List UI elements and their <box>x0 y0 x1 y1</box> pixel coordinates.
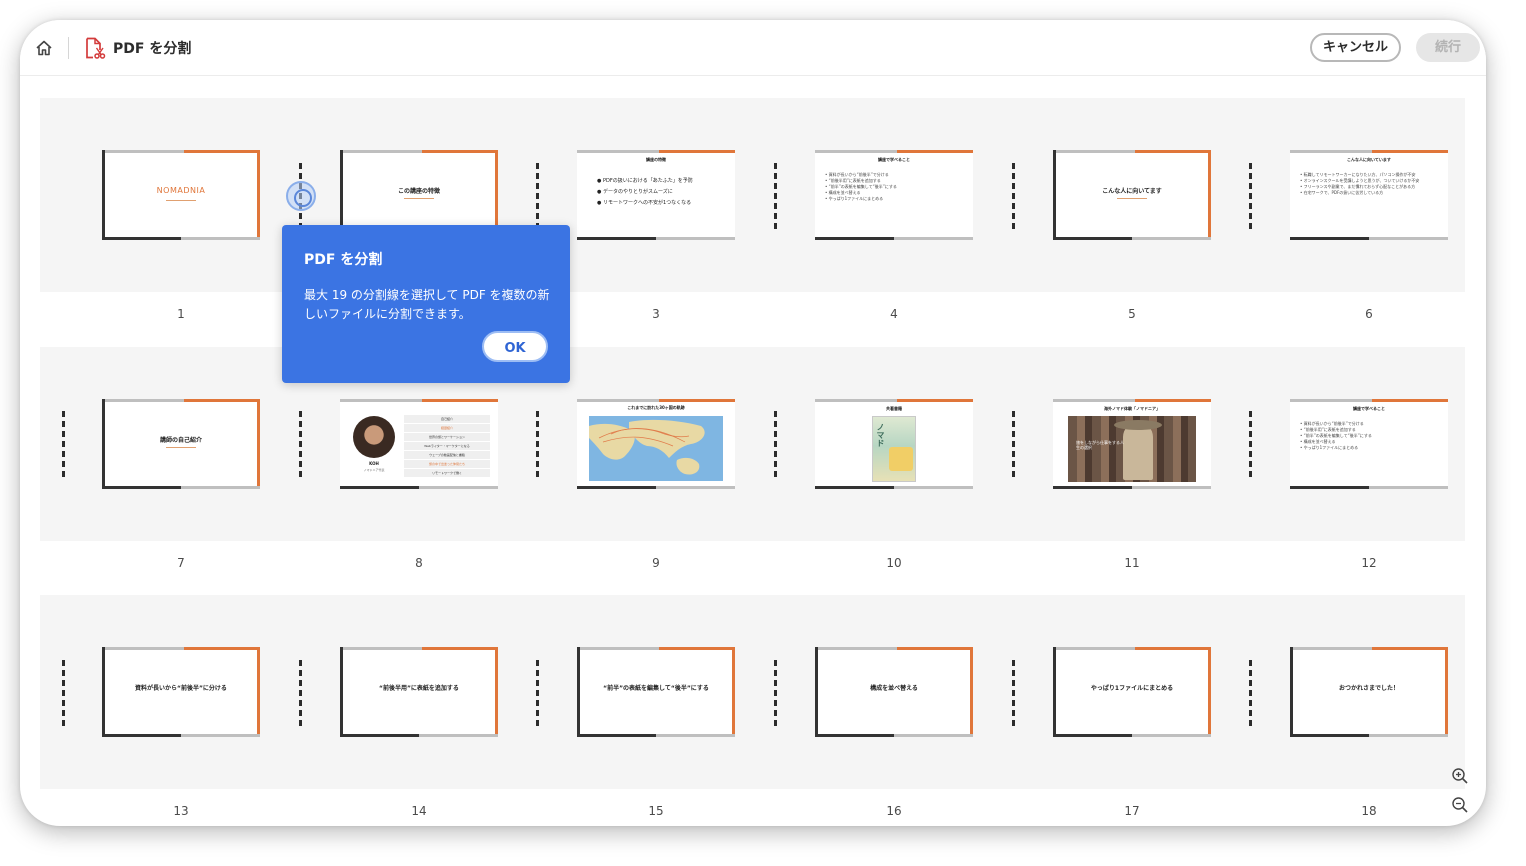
page-number: 17 <box>1124 804 1140 818</box>
slide-header: 講座で学べること <box>1353 406 1385 411</box>
slide-title: こんな人に向いてます <box>1102 188 1162 195</box>
slide-bullet: ● PDFの扱いにおける「あたふた」を予防 <box>597 178 693 184</box>
slide-logo: NOMADNIA <box>156 186 206 195</box>
page-number: 14 <box>411 804 427 818</box>
app-title: PDF を分割 <box>113 41 192 57</box>
page-number: 12 <box>1361 556 1377 570</box>
slide-bullet: ● データのやりとりがスムーズに <box>597 189 673 195</box>
page-thumbnail-16[interactable]: 構成を並べ替える <box>815 647 973 737</box>
slide-title: 講師の自己紹介 <box>159 437 202 444</box>
app-window: PDF を分割 キャンセル 続行 NOMADNIA この講座の特徴 講座の特徴 … <box>20 20 1486 826</box>
slide-header: 講座の特徴 <box>646 157 666 162</box>
slide-title: “前後半用”に表紙を追加する <box>379 685 459 692</box>
speaker-name: KOH <box>369 461 379 466</box>
coachmark-title: PDF を分割 <box>304 252 383 268</box>
page-thumbnail-5[interactable]: こんな人に向いてます <box>1053 150 1211 240</box>
book-cover-image: ノマド <box>872 416 916 482</box>
home-icon[interactable] <box>34 38 54 58</box>
split-line[interactable] <box>299 660 302 726</box>
page-thumbnail-14[interactable]: “前後半用”に表紙を追加する <box>340 647 498 737</box>
split-line[interactable] <box>1012 411 1015 477</box>
page-number: 5 <box>1128 307 1136 321</box>
slide-header: これまでに訪れた30ヶ国の軌跡 <box>627 405 685 410</box>
slide-title: おつかれさまでした！ <box>1338 685 1399 692</box>
page-number: 10 <box>886 556 902 570</box>
continue-button[interactable]: 続行 <box>1416 33 1480 62</box>
page-number: 13 <box>173 804 189 818</box>
page-number: 1 <box>177 307 185 321</box>
slide-title: この講座の特徴 <box>397 188 440 195</box>
page-number: 9 <box>652 556 660 570</box>
slide-title: やっぱり1ファイルにまとめる <box>1090 685 1174 692</box>
split-pdf-icon <box>86 37 106 59</box>
page-thumbnail-6[interactable]: こんな人に向いています • 転職してリモートワーカーになりたい方、パソコン操作が… <box>1290 150 1448 240</box>
page-number: 6 <box>1365 307 1373 321</box>
slide-header: 海外ノマド体験「ノマドニア」 <box>1104 406 1160 411</box>
cancel-button[interactable]: キャンセル <box>1310 33 1401 62</box>
page-number: 7 <box>177 556 185 570</box>
slide-bullet: • 在宅ワークで、PDFの扱いに苦労している方 <box>1300 190 1384 195</box>
page-thumbnail-8[interactable]: KOH ノマドニア代表 自己紹介 経歴紹介 世界の旅とワーケーション Webライ… <box>340 399 498 489</box>
page-number: 18 <box>1361 804 1377 818</box>
slide-bullet: • やっぱり1ファイルにまとめる <box>1300 445 1359 450</box>
split-line[interactable] <box>536 411 539 477</box>
page-thumbnail-3[interactable]: 講座の特徴 ● PDFの扱いにおける「あたふた」を予防 ● データのやりとりがス… <box>577 150 735 240</box>
page-thumbnail-4[interactable]: 講座で学べること • 資料が長いから“前後半”で分ける • “前後半用”に表紙を… <box>815 150 973 240</box>
split-line[interactable] <box>536 163 539 229</box>
split-line[interactable] <box>774 660 777 726</box>
page-thumbnail-1[interactable]: NOMADNIA <box>102 150 260 240</box>
coachmark-body: 最大 19 の分割線を選択して PDF を複数の新しいファイルに分割できます。 <box>304 288 550 321</box>
page-thumbnail-10[interactable]: 共著書籍 ノマド <box>815 399 973 489</box>
avatar <box>353 416 395 458</box>
split-line[interactable] <box>299 411 302 477</box>
slide-header: 共著書籍 <box>886 406 902 411</box>
split-line-focus-indicator[interactable] <box>286 181 316 211</box>
zoom-in-icon[interactable] <box>1451 767 1469 785</box>
page-number: 8 <box>415 556 423 570</box>
slide-bullet: • やっぱり1ファイルにまとめる <box>825 196 884 201</box>
slide-bullet: ● リモートワークへの不安が1つなくなる <box>597 200 692 206</box>
slide-title: “前半”の表紙を編集して“後半”にする <box>603 685 709 692</box>
slide-header: 講座で学べること <box>878 157 910 162</box>
speaker-subtitle: ノマドニア代表 <box>363 468 385 472</box>
split-line[interactable] <box>62 660 65 726</box>
slide-title: 構成を並べ替える <box>870 685 918 692</box>
split-line[interactable] <box>62 411 65 477</box>
community-photo: 旅をしながら仕事をする人生の選択 <box>1068 416 1196 482</box>
page-number: 4 <box>890 307 898 321</box>
zoom-out-icon[interactable] <box>1451 796 1469 814</box>
split-line[interactable] <box>1012 660 1015 726</box>
page-number: 11 <box>1124 556 1140 570</box>
page-number: 3 <box>652 307 660 321</box>
top-bar: PDF を分割 キャンセル 続行 <box>20 20 1486 76</box>
slide-header: こんな人に向いています <box>1347 157 1391 162</box>
page-number: 16 <box>886 804 902 818</box>
split-coachmark: PDF を分割 最大 19 の分割線を選択して PDF を複数の新しいファイルに… <box>282 225 570 383</box>
split-line[interactable] <box>536 660 539 726</box>
toolbar-divider <box>68 37 69 59</box>
page-thumbnail-7[interactable]: 講師の自己紹介 <box>102 399 260 489</box>
page-number: 15 <box>648 804 664 818</box>
split-line[interactable] <box>1249 163 1252 229</box>
split-line[interactable] <box>774 411 777 477</box>
page-thumbnail-11[interactable]: 海外ノマド体験「ノマドニア」 旅をしながら仕事をする人生の選択 <box>1053 399 1211 489</box>
page-thumbnail-18[interactable]: おつかれさまでした！ <box>1290 647 1448 737</box>
world-map-image <box>589 416 723 481</box>
split-line[interactable] <box>1249 660 1252 726</box>
page-thumbnail-9[interactable]: これまでに訪れた30ヶ国の軌跡 <box>577 399 735 489</box>
split-line[interactable] <box>774 163 777 229</box>
page-thumbnail-13[interactable]: 資料が長いから“前後半”に分ける <box>102 647 260 737</box>
slide-title: 資料が長いから“前後半”に分ける <box>135 685 227 692</box>
page-thumbnail-17[interactable]: やっぱり1ファイルにまとめる <box>1053 647 1211 737</box>
coachmark-ok-button[interactable]: OK <box>482 331 548 362</box>
page-thumbnail-15[interactable]: “前半”の表紙を編集して“後半”にする <box>577 647 735 737</box>
profile-list: 自己紹介 経歴紹介 世界の旅とワーケーション Webライター・マーケターになる … <box>404 415 490 478</box>
split-line[interactable] <box>1249 411 1252 477</box>
split-line[interactable] <box>1012 163 1015 229</box>
page-thumbnail-12[interactable]: 講座で学べること • 資料が長いから“前後半”で分ける • “前後半用”に表紙を… <box>1290 399 1448 489</box>
